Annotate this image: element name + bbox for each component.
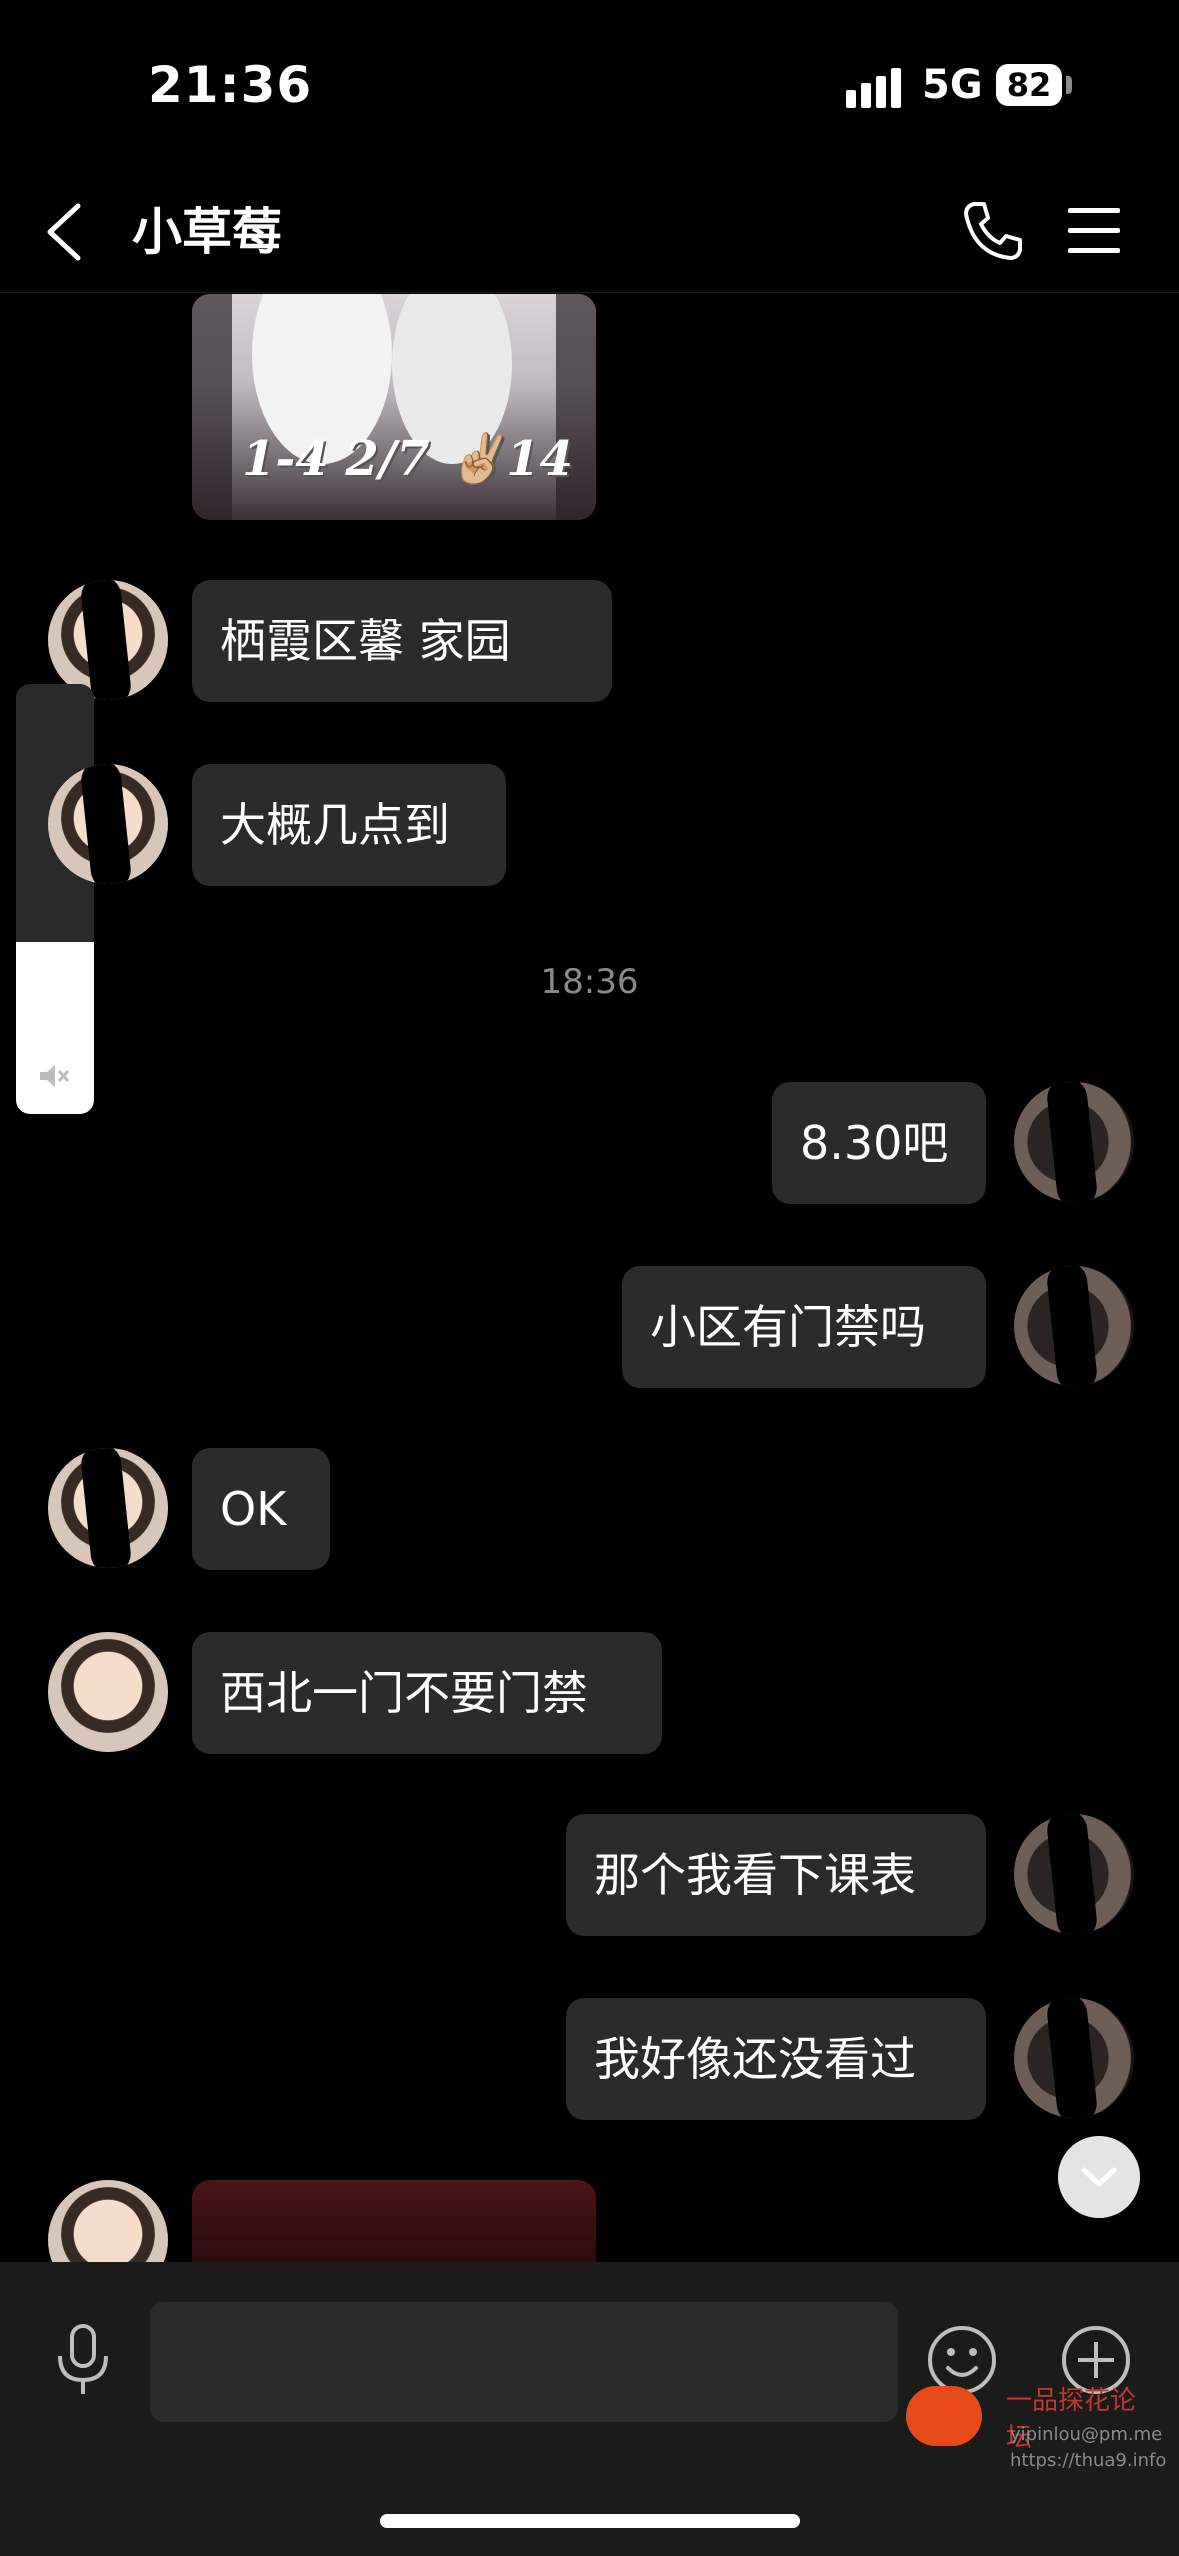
message-bubble: 西北一门不要门禁 <box>192 1632 662 1754</box>
battery-level: 82 <box>996 64 1062 106</box>
phone-icon[interactable] <box>960 198 1026 264</box>
mute-icon[interactable] <box>38 1062 70 1090</box>
image-message[interactable]: 1-4 2/7 ✌🏼14 <box>192 294 596 520</box>
avatar[interactable] <box>48 580 168 700</box>
watermark-email: yipinlou@pm.me <box>1010 2424 1163 2445</box>
chat-title: 小草莓 <box>132 203 282 261</box>
network-label: 5G <box>922 62 983 108</box>
floating-video-window[interactable] <box>16 684 94 1114</box>
watermark-logo <box>906 2386 982 2446</box>
message-bubble: 那个我看下课表 <box>566 1814 986 1936</box>
message-bubble: 大概几点到 <box>192 764 506 886</box>
signal-icon <box>846 68 901 108</box>
avatar[interactable] <box>1014 1082 1134 1202</box>
image-message[interactable] <box>192 2180 596 2262</box>
message-bubble: 8.30吧 <box>772 1082 986 1204</box>
avatar[interactable] <box>48 1448 168 1568</box>
message-bubble: 小区有门禁吗 <box>622 1266 986 1388</box>
home-indicator[interactable] <box>380 2514 800 2528</box>
watermark: 一品探花论坛 yipinlou@pm.me https://thua9.info <box>906 2380 1166 2540</box>
avatar[interactable] <box>1014 1998 1134 2118</box>
status-time: 21:36 <box>148 56 313 114</box>
avatar[interactable] <box>1014 1814 1134 1934</box>
image-caption: 1-4 2/7 ✌🏼14 <box>242 431 574 487</box>
back-icon[interactable] <box>42 200 86 264</box>
chevron-down-icon[interactable] <box>1058 2136 1140 2218</box>
message-bubble: 我好像还没看过 <box>566 1998 986 2120</box>
mic-icon[interactable] <box>52 2324 114 2396</box>
timestamp: 18:36 <box>540 962 639 1002</box>
avatar[interactable] <box>48 764 168 884</box>
avatar[interactable] <box>48 1632 168 1752</box>
watermark-url: https://thua9.info <box>1010 2450 1167 2471</box>
chat-header: 小草莓 <box>0 180 1179 293</box>
battery-cap <box>1066 76 1072 94</box>
message-input[interactable] <box>150 2302 898 2422</box>
avatar[interactable] <box>1014 1266 1134 1386</box>
message-bubble: 栖霞区馨 家园 <box>192 580 612 702</box>
message-bubble: OK <box>192 1448 330 1570</box>
menu-icon[interactable] <box>1066 204 1122 258</box>
